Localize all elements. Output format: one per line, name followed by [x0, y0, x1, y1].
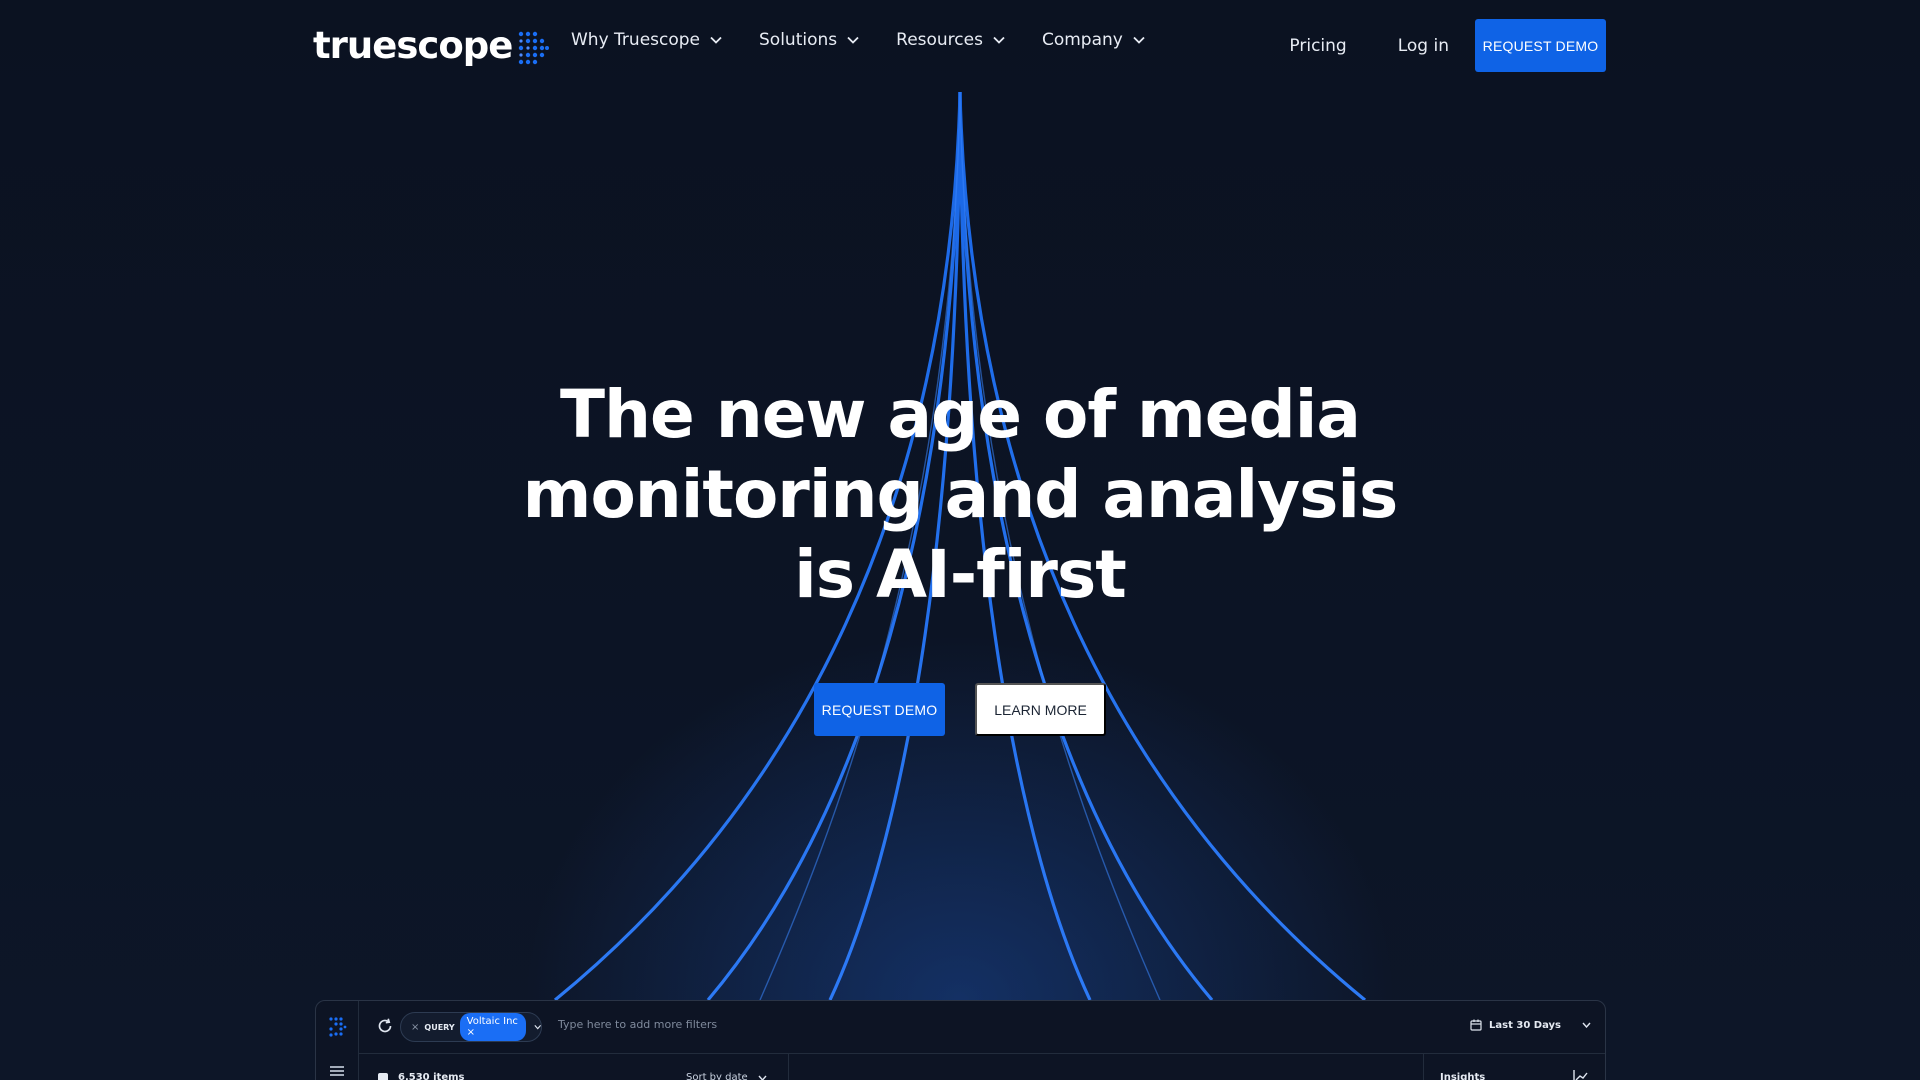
- chevron-down-icon: [710, 36, 722, 44]
- select-all-checkbox[interactable]: [378, 1072, 388, 1080]
- menu-why-truescope[interactable]: Why Truescope: [571, 30, 722, 50]
- chevron-down-icon: [847, 36, 859, 44]
- column-divider: [788, 1054, 789, 1080]
- login-link[interactable]: Log in: [1398, 36, 1449, 56]
- learn-more-button[interactable]: LEARN MORE: [975, 683, 1106, 736]
- refresh-icon[interactable]: [376, 1017, 394, 1035]
- chevron-down-icon: [1133, 36, 1145, 44]
- date-range-label: Last 30 Days: [1489, 1019, 1561, 1031]
- hero-title-line-2: monitoring and analysis: [522, 456, 1399, 533]
- hero-actions: REQUEST DEMO LEARN MORE: [814, 683, 1106, 736]
- sort-dropdown[interactable]: Sort by date: [686, 1072, 767, 1080]
- items-count-row: 6,530 items: [378, 1072, 464, 1080]
- app-toolbar: × QUERY Voltaic Inc × Type here to add m…: [358, 1001, 1605, 1054]
- request-demo-button-nav[interactable]: REQUEST DEMO: [1475, 19, 1606, 72]
- app-preview-panel: × QUERY Voltaic Inc × Type here to add m…: [315, 1000, 1606, 1080]
- top-navigation: truescope Why Truescope Solutions Resour…: [0, 0, 1920, 92]
- date-range-selector[interactable]: Last 30 Days: [1470, 1019, 1591, 1031]
- app-sidebar-rail: [316, 1001, 359, 1080]
- app-body: 6,530 items Sort by date Insights: [358, 1054, 1605, 1080]
- menu-label: Why Truescope: [571, 30, 701, 50]
- menu-icon[interactable]: [330, 1065, 344, 1077]
- truescope-logo[interactable]: truescope: [313, 22, 550, 68]
- menu-label: Company: [1041, 30, 1123, 50]
- items-count: 6,530 items: [398, 1072, 465, 1080]
- chevron-down-icon: [758, 1075, 767, 1080]
- main-menu: Why Truescope Solutions Resources Compan…: [571, 30, 1145, 50]
- app-logo-icon: [329, 1017, 347, 1037]
- page: truescope Why Truescope Solutions Resour…: [0, 0, 1920, 1080]
- insights-heading: Insights: [1440, 1072, 1486, 1080]
- hero-title: The new age of media monitoring and anal…: [460, 375, 1460, 615]
- remove-query-icon[interactable]: ×: [411, 1022, 419, 1033]
- query-value-tag[interactable]: Voltaic Inc ×: [459, 1013, 526, 1041]
- menu-resources[interactable]: Resources: [896, 30, 1005, 50]
- hero-title-line-1: The new age of media: [560, 376, 1361, 453]
- pricing-link[interactable]: Pricing: [1289, 36, 1346, 56]
- chevron-down-icon[interactable]: [533, 1024, 541, 1030]
- chevron-down-icon: [993, 36, 1005, 44]
- calendar-icon: [1470, 1019, 1482, 1031]
- nav-actions: Pricing Log in REQUEST DEMO: [1289, 19, 1606, 72]
- query-label: QUERY: [424, 1022, 455, 1032]
- menu-label: Resources: [896, 30, 983, 50]
- logo-dots-icon: [519, 31, 550, 65]
- menu-label: Solutions: [759, 30, 838, 50]
- logo-wordmark: truescope: [313, 23, 513, 67]
- filter-search-input[interactable]: Type here to add more filters: [558, 1018, 717, 1031]
- request-demo-button-hero[interactable]: REQUEST DEMO: [814, 683, 945, 736]
- chart-icon[interactable]: [1573, 1070, 1589, 1080]
- menu-company[interactable]: Company: [1042, 30, 1145, 50]
- sort-label: Sort by date: [686, 1072, 748, 1080]
- chevron-down-icon: [1582, 1022, 1591, 1028]
- hero-title-line-3: is AI-first: [794, 536, 1127, 613]
- menu-solutions[interactable]: Solutions: [759, 30, 859, 50]
- query-filter-chip[interactable]: × QUERY Voltaic Inc ×: [400, 1012, 542, 1042]
- column-divider: [1423, 1054, 1424, 1080]
